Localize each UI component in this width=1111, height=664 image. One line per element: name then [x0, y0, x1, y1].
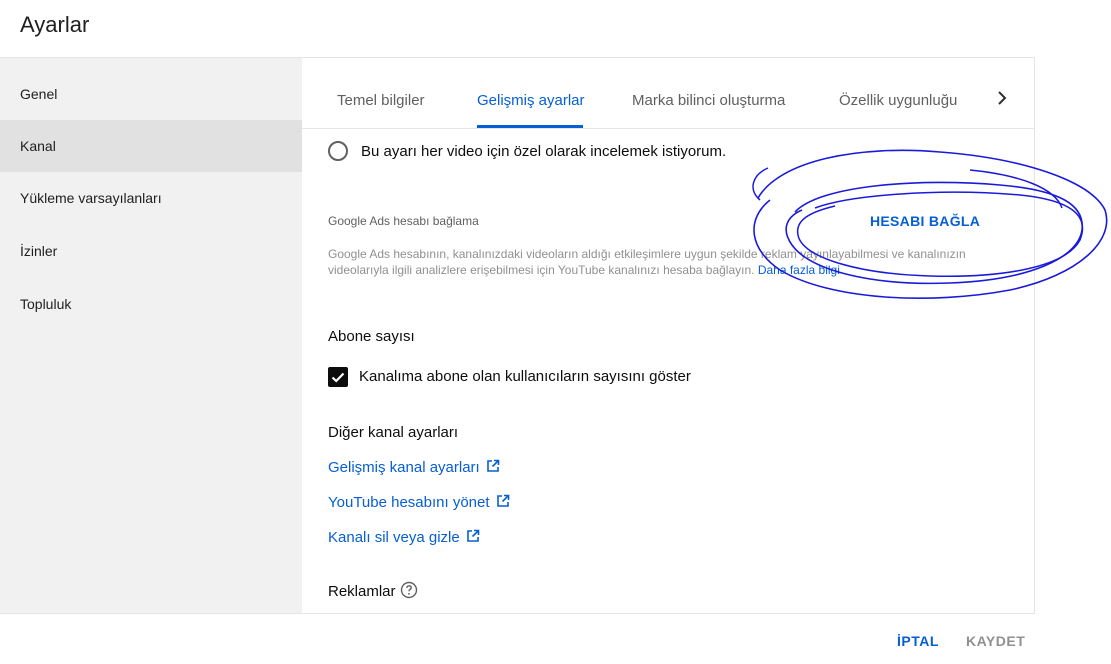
- settings-panel: Temel bilgiler Gelişmiş ayarlar Marka bi…: [302, 58, 1035, 614]
- sidebar-item-permissions[interactable]: İzinler: [0, 225, 302, 277]
- delete-or-hide-channel-link[interactable]: Kanalı sil veya gizle: [328, 529, 480, 546]
- tab-advanced-settings[interactable]: Gelişmiş ayarlar: [477, 58, 587, 129]
- tab-basic-info[interactable]: Temel bilgiler: [337, 58, 437, 129]
- panel-border: [1034, 58, 1035, 614]
- sidebar: Genel Kanal Yükleme varsayılanları İzinl…: [0, 58, 302, 614]
- google-ads-title: Google Ads hesabı bağlama: [328, 214, 479, 228]
- learn-more-link[interactable]: Daha fazla bilgi: [758, 263, 840, 277]
- sidebar-item-label: Topluluk: [20, 296, 72, 312]
- sidebar-item-label: Kanal: [20, 138, 56, 154]
- external-link-icon: [486, 459, 500, 472]
- header: Ayarlar: [0, 0, 1111, 58]
- ads-description-text: Google Ads hesabının, kanalınızdaki vide…: [328, 247, 966, 277]
- help-circle-icon[interactable]: [400, 581, 418, 599]
- sidebar-item-kanal[interactable]: Kanal: [0, 120, 302, 172]
- radio-circle[interactable]: [328, 141, 348, 161]
- sidebar-item-label: Yükleme varsayılanları: [20, 190, 162, 206]
- advanced-channel-settings-link[interactable]: Gelişmiş kanal ayarları: [328, 459, 500, 476]
- sidebar-item-label: İzinler: [20, 243, 58, 259]
- link-label: YouTube hesabını yönet: [328, 494, 490, 511]
- chevron-right-icon[interactable]: [992, 88, 1012, 108]
- sidebar-item-community[interactable]: Topluluk: [0, 278, 302, 330]
- tab-label: Gelişmiş ayarlar: [477, 92, 585, 109]
- checkbox-label: Kanalıma abone olan kullanıcıların sayıs…: [359, 368, 691, 385]
- footer-divider: [0, 613, 1035, 614]
- external-link-icon: [466, 529, 480, 542]
- link-account-button[interactable]: HESABI BAĞLA: [870, 213, 980, 229]
- tab-label: Marka bilinci oluşturma: [632, 92, 786, 109]
- link-label: Kanalı sil veya gizle: [328, 529, 460, 546]
- checkbox-checked[interactable]: [328, 367, 348, 387]
- sidebar-item-upload-defaults[interactable]: Yükleme varsayılanları: [0, 172, 302, 224]
- sidebar-item-genel[interactable]: Genel: [0, 68, 302, 120]
- tab-label: Özellik uygunluğu: [839, 92, 958, 109]
- page-title: Ayarlar: [20, 12, 90, 37]
- other-channel-settings-title: Diğer kanal ayarları: [328, 424, 459, 441]
- google-ads-description: Google Ads hesabının, kanalınızdaki vide…: [328, 246, 988, 278]
- ads-section-title: Reklamlar: [328, 581, 418, 600]
- cancel-button[interactable]: İPTAL: [897, 633, 939, 649]
- subscriber-count-title: Abone sayısı: [328, 328, 415, 345]
- tab-bar: Temel bilgiler Gelişmiş ayarlar Marka bi…: [302, 58, 1035, 129]
- active-tab-indicator: [477, 125, 583, 128]
- tab-branding[interactable]: Marka bilinci oluşturma: [632, 58, 802, 129]
- tab-label: Temel bilgiler: [337, 92, 425, 109]
- sidebar-item-label: Genel: [20, 86, 58, 102]
- ads-section-label: Reklamlar: [328, 583, 396, 600]
- manage-youtube-account-link[interactable]: YouTube hesabını yönet: [328, 494, 510, 511]
- link-label: Gelişmiş kanal ayarları: [328, 459, 480, 476]
- save-button[interactable]: KAYDET: [966, 633, 1025, 649]
- external-link-icon: [496, 494, 509, 507]
- radio-label: Bu ayarı her video için özel olarak ince…: [361, 143, 727, 160]
- tab-feature-eligibility[interactable]: Özellik uygunluğu: [839, 58, 969, 129]
